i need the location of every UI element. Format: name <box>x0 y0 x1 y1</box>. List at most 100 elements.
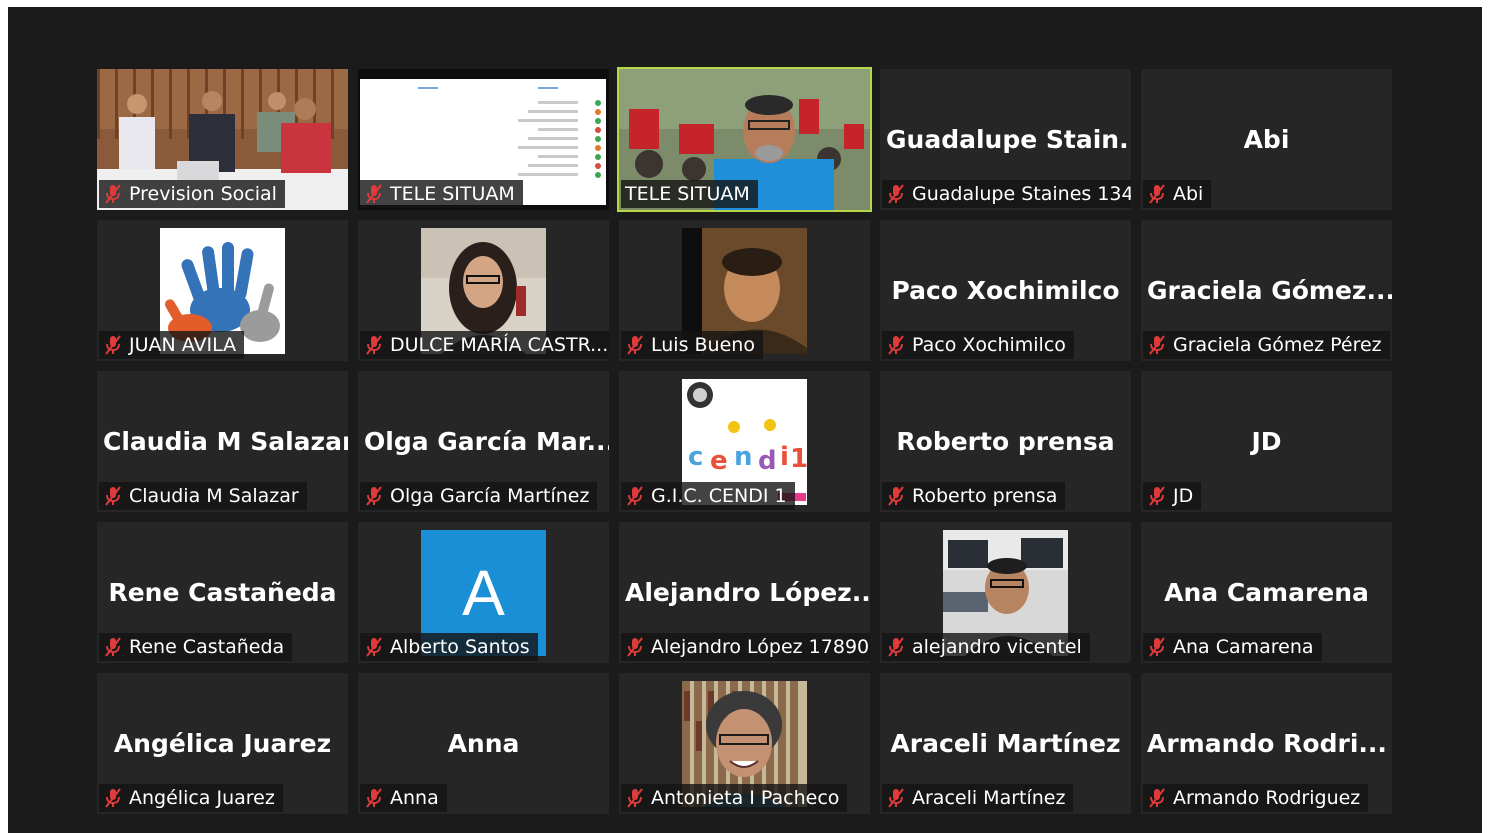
participant-tile[interactable]: DULCE MARÍA CASTR... <box>358 220 609 361</box>
muted-mic-icon <box>888 788 904 808</box>
participant-tile[interactable]: alejandro vicentel <box>880 522 1131 663</box>
participant-tile[interactable]: Ana Camarena Ana Camarena <box>1141 522 1392 663</box>
participant-tile[interactable]: Roberto prensa Roberto prensa <box>880 371 1131 512</box>
participant-name-tag: Roberto prensa <box>882 482 1066 510</box>
participant-tile[interactable]: Alejandro López... Alejandro López 17890… <box>619 522 870 663</box>
muted-mic-icon <box>105 637 121 657</box>
participant-name-label: Olga García Martínez <box>390 485 590 507</box>
participant-tile[interactable]: JD JD <box>1141 371 1392 512</box>
participant-display-name: Araceli Martínez <box>890 729 1121 758</box>
participant-name-label: DULCE MARÍA CASTR... <box>390 334 609 356</box>
participant-name-tag: Graciela Gómez Pérez <box>1143 331 1390 359</box>
participant-tile[interactable]: TELE SITUAM <box>617 67 872 212</box>
participant-tile[interactable]: Graciela Gómez... Graciela Gómez Pérez <box>1141 220 1392 361</box>
participant-name-label: JUAN AVILA <box>129 334 237 356</box>
participant-tile[interactable]: ce nd i1 G.I.C. CENDI 1 <box>619 371 870 512</box>
muted-mic-icon <box>105 788 121 808</box>
muted-mic-icon <box>366 637 382 657</box>
participant-name-tag: Armando Rodriguez <box>1143 784 1369 812</box>
participant-tile[interactable]: Rene Castañeda Rene Castañeda <box>97 522 348 663</box>
participant-name-label: Ana Camarena <box>1173 636 1314 658</box>
participant-name-tag: Angélica Juarez <box>99 784 283 812</box>
participant-name-tag: TELE SITUAM <box>621 180 758 208</box>
muted-mic-icon <box>366 335 382 355</box>
participant-name-tag: TELE SITUAM <box>360 180 523 208</box>
participant-tile[interactable]: Luis Bueno <box>619 220 870 361</box>
participant-display-name: Angélica Juarez <box>113 729 332 758</box>
muted-mic-icon <box>888 637 904 657</box>
participant-name-label: Luis Bueno <box>651 334 755 356</box>
participant-name-label: Guadalupe Staines 134... <box>912 183 1131 205</box>
muted-mic-icon <box>105 335 121 355</box>
participant-tile[interactable]: Araceli Martínez Araceli Martínez <box>880 673 1131 814</box>
avatar-letter: A <box>462 557 505 629</box>
participant-name-tag: Rene Castañeda <box>99 633 293 661</box>
participant-name-label: alejandro vicentel <box>912 636 1082 658</box>
participant-tile[interactable]: JUAN AVILA <box>97 220 348 361</box>
svg-text:e: e <box>710 446 728 476</box>
muted-mic-icon <box>366 486 382 506</box>
participant-name-tag: DULCE MARÍA CASTR... <box>360 331 609 359</box>
participant-name-label: Abi <box>1173 183 1204 205</box>
participant-tile[interactable]: Antonieta I Pacheco <box>619 673 870 814</box>
participant-display-name: Ana Camarena <box>1164 578 1369 607</box>
participant-name-label: Araceli Martínez <box>912 787 1066 809</box>
participant-tile[interactable]: Prevision Social <box>97 69 348 210</box>
participant-display-name: Alejandro López... <box>625 578 870 607</box>
participant-display-name: Guadalupe Stain... <box>886 125 1131 154</box>
participant-name-tag: Antonieta I Pacheco <box>621 784 848 812</box>
participant-name-label: Roberto prensa <box>912 485 1058 507</box>
participant-display-name: Graciela Gómez... <box>1147 276 1392 305</box>
svg-text:i: i <box>780 442 789 472</box>
participant-display-name: Paco Xochimilco <box>891 276 1120 305</box>
participant-name-label: TELE SITUAM <box>390 183 515 205</box>
participant-display-name: Roberto prensa <box>896 427 1115 456</box>
participant-name-label: G.I.C. CENDI 1 <box>651 485 787 507</box>
participant-name-tag: Ana Camarena <box>1143 633 1322 661</box>
participant-tile[interactable]: Claudia M Salazar Claudia M Salazar <box>97 371 348 512</box>
participant-tile[interactable]: Armando Rodri... Armando Rodriguez <box>1141 673 1392 814</box>
participant-name-tag: G.I.C. CENDI 1 <box>621 482 795 510</box>
participant-tile[interactable]: Anna Anna <box>358 673 609 814</box>
participant-tile[interactable]: TELE SITUAM <box>358 69 609 210</box>
participant-name-tag: alejandro vicentel <box>882 633 1090 661</box>
participant-name-tag: Paco Xochimilco <box>882 331 1074 359</box>
participant-name-tag: Guadalupe Staines 134... <box>882 180 1131 208</box>
gallery-grid: Prevision Social TELE SITUAM TELE SITUAM… <box>97 67 1392 814</box>
participant-tile[interactable]: A Alberto Santos <box>358 522 609 663</box>
participant-name-label: Antonieta I Pacheco <box>651 787 840 809</box>
participant-tile[interactable]: Olga García Mar... Olga García Martínez <box>358 371 609 512</box>
muted-mic-icon <box>627 335 643 355</box>
participant-tile[interactable]: Angélica Juarez Angélica Juarez <box>97 673 348 814</box>
participant-display-name: Armando Rodri... <box>1147 729 1387 758</box>
participant-display-name: Rene Castañeda <box>108 578 337 607</box>
participant-name-tag: Alberto Santos <box>360 633 538 661</box>
participant-name-label: Rene Castañeda <box>129 636 285 658</box>
participant-display-name: Claudia M Salazar <box>103 427 348 456</box>
muted-mic-icon <box>1149 486 1165 506</box>
participant-name-tag: Luis Bueno <box>621 331 763 359</box>
participant-name-label: Paco Xochimilco <box>912 334 1066 356</box>
participant-tile[interactable]: Abi Abi <box>1141 69 1392 210</box>
muted-mic-icon <box>1149 335 1165 355</box>
participant-tile[interactable]: Paco Xochimilco Paco Xochimilco <box>880 220 1131 361</box>
muted-mic-icon <box>888 335 904 355</box>
participant-name-label: Claudia M Salazar <box>129 485 299 507</box>
svg-text:d: d <box>758 446 777 476</box>
participant-name-label: Angélica Juarez <box>129 787 275 809</box>
participant-name-tag: Olga García Martínez <box>360 482 598 510</box>
participant-tile[interactable]: Guadalupe Stain... Guadalupe Staines 134… <box>880 69 1131 210</box>
participant-name-label: Graciela Gómez Pérez <box>1173 334 1382 356</box>
participant-name-tag: Araceli Martínez <box>882 784 1074 812</box>
participant-name-tag: JUAN AVILA <box>99 331 245 359</box>
participant-name-label: Alejandro López 17890... <box>651 636 870 658</box>
participant-display-name: JD <box>1251 427 1282 456</box>
participant-display-name: Anna <box>447 729 520 758</box>
participant-name-tag: JD <box>1143 482 1202 510</box>
muted-mic-icon <box>105 486 121 506</box>
participant-name-label: Prevision Social <box>129 183 277 205</box>
svg-text:1: 1 <box>790 444 807 474</box>
participant-display-name: Abi <box>1243 125 1290 154</box>
participant-name-tag: Claudia M Salazar <box>99 482 307 510</box>
muted-mic-icon <box>105 184 121 204</box>
